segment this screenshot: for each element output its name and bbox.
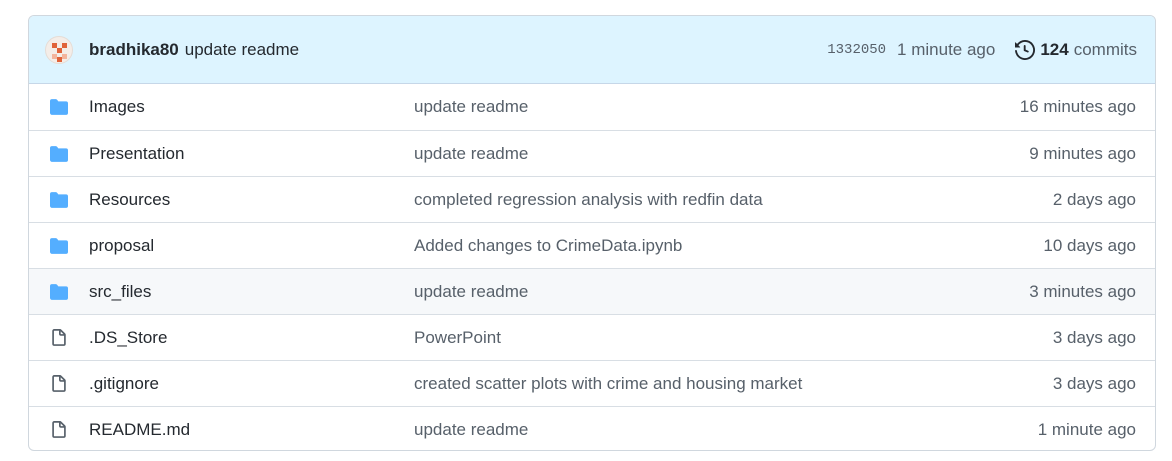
- file-name-link[interactable]: proposal: [89, 236, 154, 256]
- file-icon: [48, 420, 70, 440]
- file-row[interactable]: Images update readme 16 minutes ago: [29, 84, 1155, 130]
- file-row[interactable]: proposal Added changes to CrimeData.ipynb…: [29, 222, 1155, 268]
- file-row[interactable]: Presentation update readme 9 minutes ago: [29, 130, 1155, 176]
- file-commit-age: 1 minute ago: [1037, 419, 1136, 439]
- commit-author-link[interactable]: bradhika80: [89, 40, 179, 60]
- file-commit-age: 16 minutes ago: [1019, 97, 1136, 116]
- commit-count: 124: [1040, 39, 1069, 59]
- file-commit-age: 3 days ago: [1052, 327, 1136, 347]
- file-name-link[interactable]: .DS_Store: [89, 328, 167, 348]
- commit-time: 1 minute ago: [897, 39, 996, 59]
- latest-commit-bar: bradhika80 update readme 1332050 1 minut…: [29, 16, 1155, 84]
- file-name-link[interactable]: src_files: [89, 282, 151, 302]
- file-name-link[interactable]: Presentation: [89, 144, 184, 164]
- file-icon: [48, 328, 70, 348]
- file-commit-age: 10 days ago: [1043, 235, 1136, 255]
- file-commit-age: 2 days ago: [1052, 189, 1136, 209]
- file-row[interactable]: Resources completed regression analysis w…: [29, 176, 1155, 222]
- file-list: Images update readme 16 minutes ago Present…: [29, 84, 1155, 450]
- file-name-link[interactable]: README.md: [89, 420, 190, 440]
- folder-icon: [48, 144, 70, 164]
- folder-icon: [48, 97, 70, 117]
- file-row[interactable]: README.md update readme 1 minute ago: [29, 406, 1155, 450]
- file-name-link[interactable]: .gitignore: [89, 374, 159, 394]
- file-row[interactable]: .DS_Store PowerPoint 3 days ago: [29, 314, 1155, 360]
- file-browser: bradhika80 update readme 1332050 1 minut…: [28, 15, 1156, 451]
- file-row[interactable]: .gitignore created scatter plots with cri…: [29, 360, 1155, 406]
- file-commit-message-link[interactable]: update readme: [414, 420, 528, 440]
- file-commit-message-link[interactable]: PowerPoint: [414, 328, 501, 348]
- file-commit-message-link[interactable]: created scatter plots with crime and hou…: [414, 374, 802, 394]
- file-commit-message-link[interactable]: update readme: [414, 144, 528, 164]
- commit-history-link[interactable]: 124 commits: [1015, 40, 1137, 60]
- folder-icon: [48, 190, 70, 210]
- file-name-link[interactable]: Resources: [89, 190, 170, 210]
- avatar[interactable]: [45, 35, 73, 64]
- file-commit-age: 3 days ago: [1052, 373, 1136, 393]
- file-icon: [48, 374, 70, 394]
- commit-message-link[interactable]: update readme: [185, 40, 299, 60]
- folder-icon: [48, 236, 70, 256]
- file-commit-message-link[interactable]: completed regression analysis with redfi…: [414, 190, 763, 210]
- file-name-link[interactable]: Images: [89, 97, 145, 117]
- file-commit-age: 3 minutes ago: [1029, 281, 1136, 301]
- folder-icon: [48, 282, 70, 302]
- file-commit-age: 9 minutes ago: [1029, 143, 1136, 163]
- file-commit-message-link[interactable]: update readme: [414, 97, 528, 117]
- history-icon: [1015, 39, 1036, 60]
- file-row[interactable]: src_files update readme 3 minutes ago: [29, 268, 1155, 314]
- file-commit-message-link[interactable]: update readme: [414, 282, 528, 302]
- commits-label: commits: [1073, 39, 1137, 59]
- commit-sha-link[interactable]: 1332050: [827, 42, 886, 58]
- file-commit-message-link[interactable]: Added changes to CrimeData.ipynb: [414, 236, 682, 256]
